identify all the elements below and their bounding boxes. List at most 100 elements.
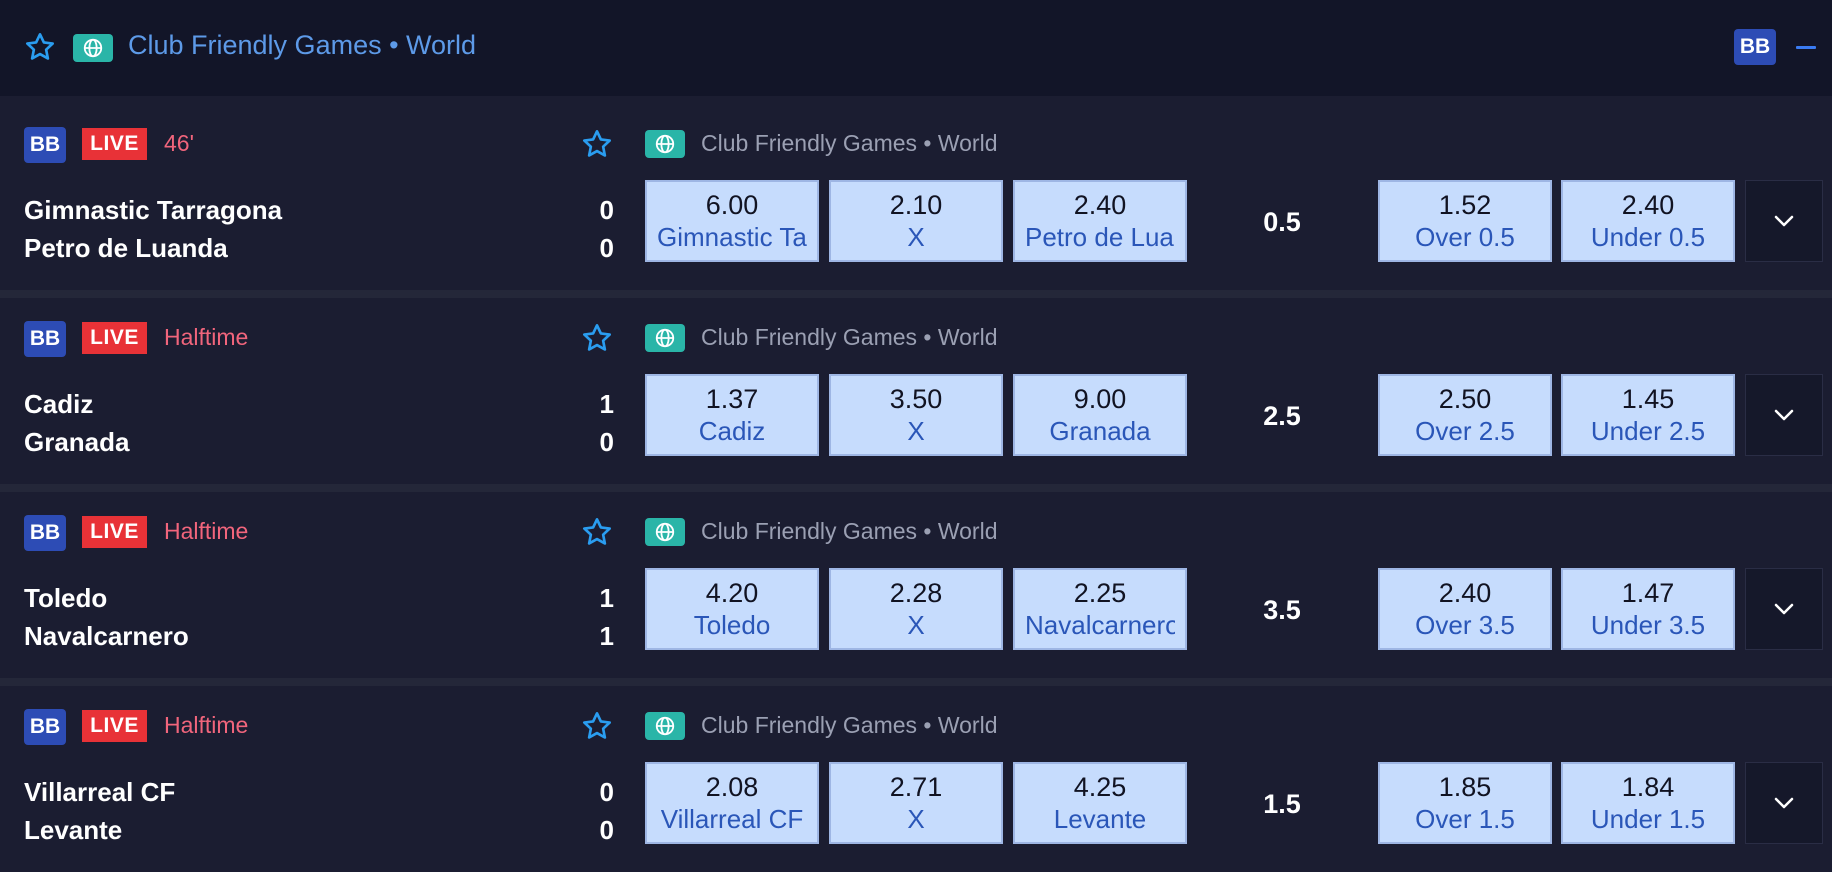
globe-icon	[645, 130, 685, 158]
odd-label: Toledo	[693, 610, 771, 640]
odd-over-button[interactable]: 1.85 Over 1.5	[1378, 762, 1552, 844]
odd-away-button[interactable]: 2.40 Petro de Luanda	[1013, 180, 1187, 262]
odd-value: 2.08	[705, 772, 759, 802]
away-team[interactable]: Levante	[24, 815, 122, 846]
expand-button[interactable]	[1745, 568, 1823, 650]
odd-home-button[interactable]: 2.08 Villarreal CF	[645, 762, 819, 844]
odd-away-button[interactable]: 9.00 Granada	[1013, 374, 1187, 456]
match-status: 46'	[164, 130, 194, 156]
odd-label: Cadiz	[698, 416, 766, 446]
globe-icon	[73, 34, 113, 62]
league-name[interactable]: Club Friendly Games • World	[701, 712, 998, 739]
total-line: 0.5	[1263, 207, 1301, 237]
expand-button[interactable]	[1745, 762, 1823, 844]
minus-icon[interactable]	[1796, 46, 1816, 49]
odd-value: 3.50	[889, 384, 943, 414]
chevron-down-icon	[1774, 215, 1794, 227]
odd-value: 4.25	[1073, 772, 1127, 802]
match-status: Halftime	[164, 324, 249, 350]
star-outline-icon[interactable]	[581, 128, 613, 160]
bb-badge[interactable]: BB	[24, 709, 66, 745]
home-score: 1	[599, 583, 614, 613]
odd-under-button[interactable]: 2.40 Under 0.5	[1561, 180, 1735, 262]
home-team[interactable]: Cadiz	[24, 389, 93, 420]
match-status: Halftime	[164, 518, 249, 544]
odd-away-button[interactable]: 4.25 Levante	[1013, 762, 1187, 844]
star-outline-icon[interactable]	[24, 31, 56, 63]
odd-label: X	[907, 804, 925, 834]
odd-value: 2.40	[1438, 578, 1492, 608]
home-team[interactable]: Toledo	[24, 583, 107, 614]
star-outline-icon[interactable]	[581, 516, 613, 548]
odd-value: 4.20	[705, 578, 759, 608]
odd-value: 1.47	[1621, 578, 1675, 608]
event-row: BB LIVE Halftime Club Friendly Games • W…	[0, 298, 1832, 484]
odd-home-button[interactable]: 1.37 Cadiz	[645, 374, 819, 456]
odd-value: 2.40	[1073, 190, 1127, 220]
row-divider	[0, 678, 1832, 686]
total-line: 3.5	[1263, 595, 1301, 625]
odd-over-button[interactable]: 2.40 Over 3.5	[1378, 568, 1552, 650]
home-team[interactable]: Gimnastic Tarragona	[24, 195, 282, 226]
total-line: 2.5	[1263, 401, 1301, 431]
event-row: BB LIVE Halftime Club Friendly Games • W…	[0, 492, 1832, 678]
live-badge: LIVE	[82, 128, 147, 160]
expand-button[interactable]	[1745, 374, 1823, 456]
star-outline-icon[interactable]	[581, 322, 613, 354]
bb-badge[interactable]: BB	[24, 515, 66, 551]
odd-label: Under 1.5	[1590, 804, 1706, 834]
away-team[interactable]: Navalcarnero	[24, 621, 189, 652]
odd-label: X	[907, 416, 925, 446]
away-team[interactable]: Granada	[24, 427, 130, 458]
chevron-down-icon	[1774, 409, 1794, 421]
odd-value: 1.52	[1438, 190, 1492, 220]
league-title[interactable]: Club Friendly Games • World	[128, 30, 476, 61]
globe-icon	[645, 324, 685, 352]
row-divider	[0, 290, 1832, 298]
odd-home-button[interactable]: 4.20 Toledo	[645, 568, 819, 650]
away-team[interactable]: Petro de Luanda	[24, 233, 228, 264]
league-name[interactable]: Club Friendly Games • World	[701, 324, 998, 351]
odd-value: 2.28	[889, 578, 943, 608]
odd-draw-button[interactable]: 3.50 X	[829, 374, 1003, 456]
odd-label: X	[907, 222, 925, 252]
odd-over-button[interactable]: 1.52 Over 0.5	[1378, 180, 1552, 262]
odd-draw-button[interactable]: 2.28 X	[829, 568, 1003, 650]
star-outline-icon[interactable]	[581, 710, 613, 742]
total-line: 1.5	[1263, 789, 1301, 819]
odd-draw-button[interactable]: 2.10 X	[829, 180, 1003, 262]
away-score: 0	[599, 427, 614, 457]
bb-badge[interactable]: BB	[24, 321, 66, 357]
match-status: Halftime	[164, 712, 249, 738]
odd-draw-button[interactable]: 2.71 X	[829, 762, 1003, 844]
odd-value: 1.37	[705, 384, 759, 414]
home-score: 1	[599, 389, 614, 419]
odd-label: Under 0.5	[1590, 222, 1706, 252]
odd-value: 2.25	[1073, 578, 1127, 608]
odd-away-button[interactable]: 2.25 Navalcarnero	[1013, 568, 1187, 650]
chevron-down-icon	[1774, 797, 1794, 809]
event-row: BB LIVE 46' Club Friendly Games • World …	[0, 104, 1832, 290]
odd-over-button[interactable]: 2.50 Over 2.5	[1378, 374, 1552, 456]
live-badge: LIVE	[82, 710, 147, 742]
bb-badge[interactable]: BB	[24, 127, 66, 163]
odd-label: Over 2.5	[1415, 416, 1515, 446]
row-divider	[0, 484, 1832, 492]
odd-value: 2.40	[1621, 190, 1675, 220]
odd-under-button[interactable]: 1.84 Under 1.5	[1561, 762, 1735, 844]
bb-badge[interactable]: BB	[1734, 29, 1776, 65]
odd-under-button[interactable]: 1.45 Under 2.5	[1561, 374, 1735, 456]
away-score: 0	[599, 233, 614, 263]
odd-label: Petro de Luanda	[1025, 222, 1175, 252]
globe-icon	[645, 712, 685, 740]
home-team[interactable]: Villarreal CF	[24, 777, 175, 808]
odd-label: Over 0.5	[1415, 222, 1515, 252]
odd-home-button[interactable]: 6.00 Gimnastic Tarragona	[645, 180, 819, 262]
league-name[interactable]: Club Friendly Games • World	[701, 130, 998, 157]
odd-label: Granada	[1049, 416, 1151, 446]
league-name[interactable]: Club Friendly Games • World	[701, 518, 998, 545]
odd-value: 1.84	[1621, 772, 1675, 802]
expand-button[interactable]	[1745, 180, 1823, 262]
chevron-down-icon	[1774, 603, 1794, 615]
odd-under-button[interactable]: 1.47 Under 3.5	[1561, 568, 1735, 650]
